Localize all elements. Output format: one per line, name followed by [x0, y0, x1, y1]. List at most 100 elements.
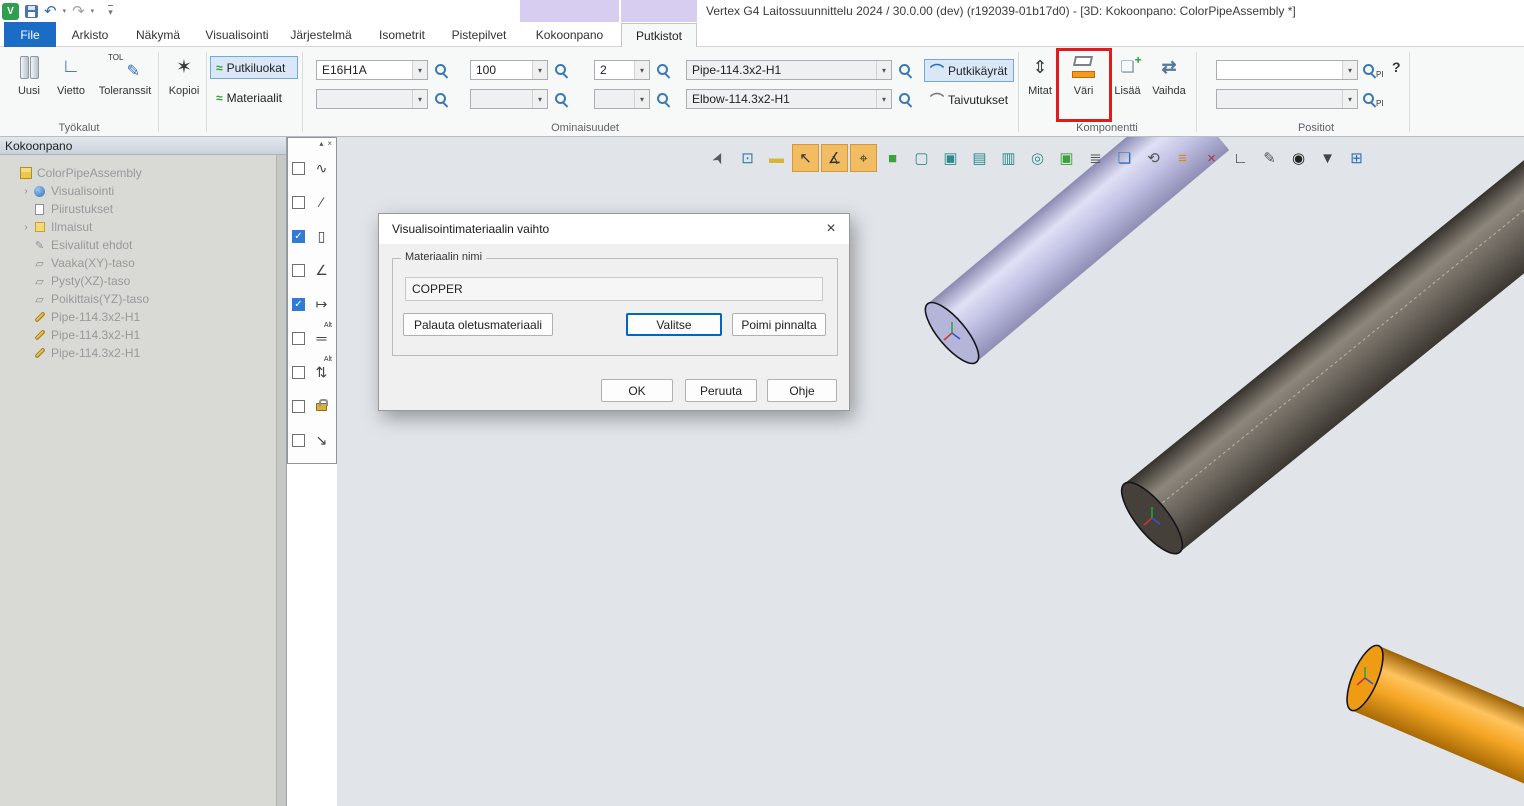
box-lines-icon[interactable]: ▤: [966, 144, 993, 172]
restore-default-material-button[interactable]: Palauta oletusmateriaali: [403, 313, 553, 336]
flow-direction-tool-checkbox[interactable]: ✓: [292, 298, 305, 311]
tree-item-poikittais-yz-taso[interactable]: ▱Poikittais(YZ)-taso: [0, 290, 286, 308]
pin-icon[interactable]: ➤: [700, 140, 737, 176]
flow-direction-tool-icon[interactable]: ↦: [311, 296, 332, 313]
box-wire-icon[interactable]: ▢: [908, 144, 935, 172]
select-area-icon[interactable]: ⊡: [734, 144, 761, 172]
mitat-button[interactable]: ⇕ Mitat: [1022, 52, 1058, 97]
size-combo-2[interactable]: ▾: [470, 89, 548, 109]
pipe-class-combo[interactable]: E16H1A▾: [316, 60, 428, 80]
alt-horizontal-tool-icon[interactable]: Alt═: [311, 330, 332, 346]
ruler-icon[interactable]: ▬: [763, 144, 790, 172]
strip-close-icon[interactable]: ×: [327, 139, 332, 150]
box-shaded-icon[interactable]: ▣: [937, 144, 964, 172]
kopioi-button[interactable]: ✶ Kopioi: [162, 52, 206, 97]
pick-from-surface-button[interactable]: Poimi pinnalta: [732, 313, 826, 336]
tab-j-rjestelm-[interactable]: Järjestelmä: [284, 23, 358, 47]
strip-collapse-icon[interactable]: ▴: [319, 139, 323, 150]
tree-item-ilmaisut[interactable]: ›Ilmaisut: [0, 218, 286, 236]
pipe-component-combo[interactable]: Pipe-114.3x2-H1▾: [686, 60, 892, 80]
pipe-orange[interactable]: [1340, 641, 1524, 806]
solid-view-icon[interactable]: ■: [879, 144, 906, 172]
tree-item-vaaka-xy-taso[interactable]: ▱Vaaka(XY)-taso: [0, 254, 286, 272]
snap-pointer-tool-icon[interactable]: ↘: [311, 432, 332, 449]
search-icon[interactable]: [1362, 92, 1377, 107]
vaihda-button[interactable]: ⇄ Vaihda: [1147, 52, 1191, 97]
search-icon[interactable]: [898, 63, 913, 78]
uusi-button[interactable]: Uusi: [8, 52, 50, 97]
snap-angle-icon[interactable]: ∡: [821, 144, 848, 172]
alt-vertical-tool-icon[interactable]: Alt⇅: [311, 364, 332, 381]
alt-vertical-tool-checkbox[interactable]: [292, 366, 305, 379]
combo-arrow-icon[interactable]: ▾: [1342, 90, 1357, 108]
expander-icon[interactable]: ›: [20, 186, 32, 197]
putkiluokat-toggle[interactable]: ≈ Putkiluokat: [210, 56, 298, 79]
pipe-lavender[interactable]: [917, 137, 1229, 371]
snap-pointer-tool-checkbox[interactable]: [292, 434, 305, 447]
polyline-tool-icon[interactable]: ∿: [311, 160, 332, 177]
tab-putkistot[interactable]: Putkistot: [621, 23, 697, 47]
tab-pistepilvet[interactable]: Pistepilvet: [444, 23, 514, 47]
pipe-class-combo-2[interactable]: ▾: [316, 89, 428, 109]
select-button[interactable]: Valitse: [626, 313, 722, 336]
search-icon[interactable]: [656, 63, 671, 78]
elbow-component-combo[interactable]: Elbow-114.3x2-H1▾: [686, 89, 892, 109]
layers-icon[interactable]: ≡: [1169, 144, 1196, 172]
revolve-icon[interactable]: ⟲: [1140, 144, 1167, 172]
tab-isometrit[interactable]: Isometrit: [364, 23, 440, 47]
snap-point-icon[interactable]: ⌖: [850, 144, 877, 172]
tab-arkisto[interactable]: Arkisto: [62, 23, 118, 47]
ok-button[interactable]: OK: [601, 379, 673, 402]
putkikayrat-toggle[interactable]: ⌒ Putkikäyrät: [924, 59, 1014, 82]
search-icon[interactable]: [1362, 63, 1377, 78]
list-icon[interactable]: ≣: [1082, 144, 1109, 172]
tree-item-colorpipeassembly[interactable]: ColorPipeAssembly: [0, 164, 286, 182]
tab-file[interactable]: File: [4, 22, 56, 47]
tree-item-pysty-xz-taso[interactable]: ▱Pysty(XZ)-taso: [0, 272, 286, 290]
tree-item-pipe-114-3x2-h1[interactable]: Pipe-114.3x2-H1: [0, 326, 286, 344]
search-icon[interactable]: [554, 63, 569, 78]
tab-n-kym-[interactable]: Näkymä: [126, 23, 190, 47]
polyline-tool-checkbox[interactable]: [292, 162, 305, 175]
undo-icon[interactable]: ↶: [44, 4, 57, 19]
combo-arrow-icon[interactable]: ▾: [532, 90, 547, 108]
box-green-icon[interactable]: ▣: [1053, 144, 1080, 172]
toleranssit-button[interactable]: TOL✎ Toleranssit: [94, 52, 156, 97]
alt-horizontal-tool-checkbox[interactable]: [292, 332, 305, 345]
search-icon[interactable]: [554, 92, 569, 107]
save-icon[interactable]: [25, 5, 38, 18]
new-window-icon[interactable]: ⊞: [1343, 144, 1370, 172]
snap-cursor-icon[interactable]: ↖: [792, 144, 819, 172]
vietto-button[interactable]: ∟ Vietto: [50, 52, 92, 97]
annotate-pencil-icon[interactable]: ✎: [1256, 144, 1283, 172]
axes-icon[interactable]: ∟: [1227, 144, 1254, 172]
combo-arrow-icon[interactable]: ▾: [1342, 61, 1357, 79]
combo-arrow-icon[interactable]: ▾: [412, 61, 427, 79]
combo-arrow-icon[interactable]: ▾: [532, 61, 547, 79]
position-combo-2[interactable]: ▾: [1216, 89, 1358, 109]
combo-arrow-icon[interactable]: ▾: [412, 90, 427, 108]
materiaalit-toggle[interactable]: ≈ Materiaalit: [210, 86, 298, 109]
tree-scrollbar[interactable]: [276, 155, 286, 806]
combo-arrow-icon[interactable]: ▾: [634, 61, 649, 79]
redo-icon[interactable]: ↷: [72, 4, 85, 19]
customize-toolbar-icon[interactable]: ▾: [108, 5, 113, 18]
angle-tool-checkbox[interactable]: [292, 264, 305, 277]
count-combo[interactable]: 2▾: [594, 60, 650, 80]
cancel-button[interactable]: Peruuta: [685, 379, 757, 402]
expander-icon[interactable]: ›: [20, 222, 32, 233]
tab-visualisointi[interactable]: Visualisointi: [196, 23, 278, 47]
tree-item-pipe-114-3x2-h1[interactable]: Pipe-114.3x2-H1: [0, 344, 286, 362]
dialog-close-icon[interactable]: ×: [813, 214, 849, 244]
vertical-pipe-tool-icon[interactable]: ▯: [311, 228, 332, 245]
visibility-eye-icon[interactable]: ◉: [1285, 144, 1312, 172]
tree-item-visualisointi[interactable]: ›Visualisointi: [0, 182, 286, 200]
lock-tool-icon[interactable]: [311, 398, 332, 414]
search-icon[interactable]: [898, 92, 913, 107]
combo-arrow-icon[interactable]: ▾: [634, 90, 649, 108]
size-combo[interactable]: 100▾: [470, 60, 548, 80]
box-grid-icon[interactable]: ▥: [995, 144, 1022, 172]
tree-item-pipe-114-3x2-h1[interactable]: Pipe-114.3x2-H1: [0, 308, 286, 326]
tab-kokoonpano[interactable]: Kokoonpano: [520, 23, 619, 47]
copy-sheet-icon[interactable]: ❏: [1111, 144, 1138, 172]
